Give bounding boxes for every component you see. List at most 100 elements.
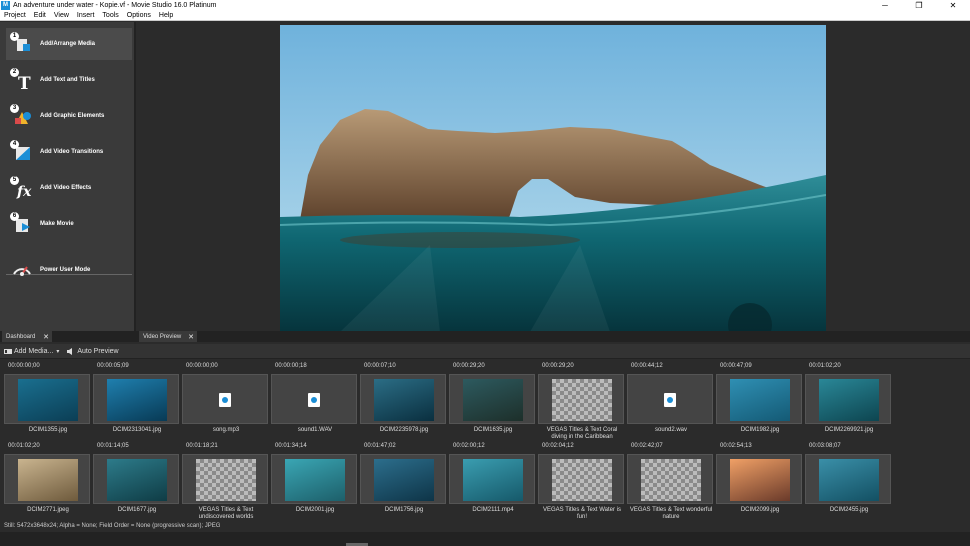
clip-timecode: 00:03:08;07 xyxy=(809,443,841,449)
media-clip[interactable]: 00:02:00;12 DCIM2111.mp4 xyxy=(449,440,537,518)
graphic-icon: 3 xyxy=(10,104,34,128)
dashboard-item-add-media[interactable]: 1 Add/Arrange Media xyxy=(6,28,132,60)
clip-timecode: 00:01:18;21 xyxy=(186,443,218,449)
clip-thumbnail xyxy=(18,379,78,421)
transition-icon: 4 xyxy=(10,140,34,164)
film-icon xyxy=(4,348,12,354)
clip-name: DCIM1635.jpg xyxy=(473,427,513,433)
chevron-down-icon[interactable]: ▾ xyxy=(56,348,59,355)
clip-timecode: 00:00:29;20 xyxy=(453,363,485,369)
dashboard-item-label: Add Video Transitions xyxy=(40,149,104,155)
clip-thumbnail-frame: DCIM1982.jpg xyxy=(716,374,802,433)
clip-timecode: 00:02:54;13 xyxy=(720,443,752,449)
clip-timecode: 00:00:07;10 xyxy=(364,363,396,369)
clip-thumbnail-frame: VEGAS Titles & Text Water is fun! xyxy=(538,454,624,520)
dashboard-item-add-text[interactable]: 2 T Add Text and Titles xyxy=(6,64,132,96)
clip-name: DCIM2313041.jpg xyxy=(112,427,162,433)
clip-thumbnail-frame: VEGAS Titles & Text wonderful nature xyxy=(627,454,713,520)
media-clip[interactable]: 00:01:02;20 DCIM2269921.jpg xyxy=(805,360,893,438)
media-clip[interactable]: 00:02:54;13 DCIM2099.jpg xyxy=(716,440,804,518)
dashboard-item-make-movie[interactable]: 6 Make Movie xyxy=(6,208,132,240)
audio-file-icon xyxy=(219,393,231,407)
media-clip[interactable]: 00:00:47;09 DCIM1982.jpg xyxy=(716,360,804,438)
dashboard-item-add-effects[interactable]: 5 fx Add Video Effects xyxy=(6,172,132,204)
video-preview-frame[interactable] xyxy=(280,25,826,332)
clip-thumbnail xyxy=(463,379,523,421)
clip-thumbnail-frame: DCIM2099.jpg xyxy=(716,454,802,513)
clip-timecode: 00:00:47;09 xyxy=(720,363,752,369)
clip-thumbnail-frame: DCIM2269921.jpg xyxy=(805,374,891,433)
clip-timecode: 00:00:00;00 xyxy=(8,363,40,369)
clip-thumbnail-frame: sound1.WAV xyxy=(271,374,357,433)
menu-bar: Project Edit View Insert Tools Options H… xyxy=(0,11,970,21)
movie-studio-icon[interactable]: M xyxy=(1,1,10,10)
media-clip[interactable]: 00:01:47;02 DCIM1756.jpg xyxy=(360,440,448,518)
clip-name: DCIM2001.jpg xyxy=(295,507,335,513)
minimize-button[interactable]: ─ xyxy=(868,0,902,11)
video-preview-area xyxy=(138,22,970,332)
media-clip[interactable]: 00:00:00;18 sound1.WAV xyxy=(271,360,359,438)
speaker-icon xyxy=(67,347,73,355)
clip-thumbnail-frame: DCIM1756.jpg xyxy=(360,454,446,513)
close-icon[interactable]: ✕ xyxy=(188,333,194,341)
tab-video-preview[interactable]: Video Preview ✕ xyxy=(139,331,197,342)
menu-edit[interactable]: Edit xyxy=(30,12,50,19)
clip-timecode: 00:00:00;00 xyxy=(186,363,218,369)
media-clip[interactable]: 00:01:18;21 VEGAS Titles & Text undiscove… xyxy=(182,440,270,520)
clip-thumbnail xyxy=(374,459,434,501)
media-clip[interactable]: 00:00:05;09 DCIM2313041.jpg xyxy=(93,360,181,438)
fx-icon: 5 fx xyxy=(10,176,34,200)
media-clip[interactable]: 00:00:44;12 sound2.wav xyxy=(627,360,715,438)
clip-thumbnail-frame: VEGAS Titles & Text Coral diving in the … xyxy=(538,374,624,440)
clip-thumbnail xyxy=(107,379,167,421)
media-clip[interactable]: 00:01:34;14 DCIM2001.jpg xyxy=(271,440,359,518)
dashboard-item-label: Add Video Effects xyxy=(40,185,92,191)
menu-options[interactable]: Options xyxy=(123,12,155,19)
media-clip[interactable]: 00:01:14;05 DCIM1677.jpg xyxy=(93,440,181,518)
title-thumbnail xyxy=(552,459,612,501)
clip-name: DCIM1982.jpg xyxy=(740,427,780,433)
close-icon[interactable]: ✕ xyxy=(43,333,49,341)
clip-thumbnail-frame: DCIM2001.jpg xyxy=(271,454,357,513)
menu-view[interactable]: View xyxy=(50,12,73,19)
menu-insert[interactable]: Insert xyxy=(73,12,99,19)
media-clip[interactable]: 00:00:00;00 DCIM1355.jpg xyxy=(4,360,92,438)
clip-name: DCIM2099.jpg xyxy=(740,507,780,513)
close-button[interactable]: ✕ xyxy=(936,0,970,11)
media-clip[interactable]: 00:01:02;20 DCIM2771.jpeg xyxy=(4,440,92,518)
menu-help[interactable]: Help xyxy=(155,12,177,19)
media-clip[interactable]: 00:00:29;20 DCIM1635.jpg xyxy=(449,360,537,438)
media-clip[interactable]: 00:00:07;10 DCIM2235978.jpg xyxy=(360,360,448,438)
menu-tools[interactable]: Tools xyxy=(98,12,122,19)
clip-name: DCIM1756.jpg xyxy=(384,507,424,513)
window-title: An adventure under water - Kopie.vf - Mo… xyxy=(13,2,217,9)
media-clip[interactable]: 00:02:04;12 VEGAS Titles & Text Water is … xyxy=(538,440,626,520)
title-thumbnail xyxy=(196,459,256,501)
clip-timecode: 00:00:00;18 xyxy=(275,363,307,369)
dashboard-item-power-user-mode[interactable]: Power User Mode xyxy=(6,254,132,286)
auto-preview-toggle[interactable]: Auto Preview xyxy=(67,347,119,355)
media-clip[interactable]: 00:02:42;07 VEGAS Titles & Text wonderful… xyxy=(627,440,715,520)
clip-thumbnail-frame: sound2.wav xyxy=(627,374,713,433)
clip-name: DCIM2235978.jpg xyxy=(379,427,429,433)
media-clip[interactable]: 00:00:29;20 VEGAS Titles & Text Coral div… xyxy=(538,360,626,440)
tab-dashboard[interactable]: Dashboard ✕ xyxy=(2,331,52,342)
clip-thumbnail xyxy=(107,459,167,501)
add-media-icon: 1 xyxy=(10,32,34,56)
clip-timecode: 00:01:14;05 xyxy=(97,443,129,449)
dashboard-item-add-transitions[interactable]: 4 Add Video Transitions xyxy=(6,136,132,168)
dashboard-item-add-graphic[interactable]: 3 Add Graphic Elements xyxy=(6,100,132,132)
clip-thumbnail xyxy=(285,459,345,501)
menu-project[interactable]: Project xyxy=(0,12,30,19)
dashboard-item-label: Add Graphic Elements xyxy=(40,113,105,119)
audio-file-icon xyxy=(664,393,676,407)
clip-thumbnail xyxy=(18,459,78,501)
media-clip[interactable]: 00:03:08;07 DCIM2455.jpg xyxy=(805,440,893,518)
clip-thumbnail-frame: song.mp3 xyxy=(182,374,268,433)
add-media-button[interactable]: Add Media... ▾ xyxy=(4,348,59,355)
clip-timecode: 00:00:05;09 xyxy=(97,363,129,369)
clip-name: DCIM2771.jpeg xyxy=(27,507,69,513)
panel-tab-bar: Dashboard ✕ Video Preview ✕ xyxy=(0,331,970,342)
media-clip[interactable]: 00:00:00;00 song.mp3 xyxy=(182,360,270,438)
maximize-button[interactable]: ❐ xyxy=(902,0,936,11)
